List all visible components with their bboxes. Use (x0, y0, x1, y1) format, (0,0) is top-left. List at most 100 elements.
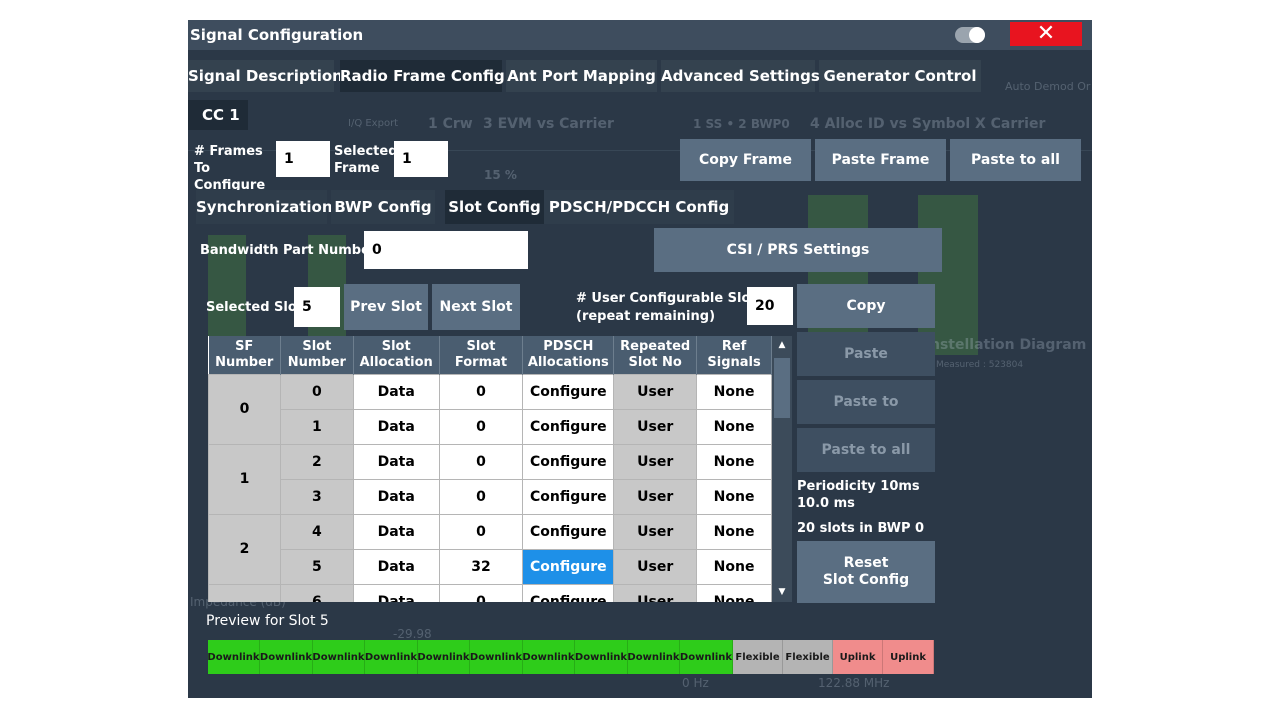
header-slot-number: Slot Number (280, 336, 354, 374)
tab-bwp-config[interactable]: BWP Config (331, 190, 435, 224)
preview-cell-flexible: Flexible (783, 640, 834, 674)
paste-slot-button[interactable]: Paste (797, 332, 935, 376)
ref-signals-cell[interactable]: None (696, 408, 772, 445)
repeated-slot-cell[interactable]: User (613, 478, 698, 515)
tab-cc1[interactable]: CC 1 (188, 100, 248, 130)
paste-to-slot-button[interactable]: Paste to (797, 380, 935, 424)
user-configurable-slots-label: # User Configurable Slots (576, 291, 765, 306)
slot-number-cell: 2 (279, 443, 354, 480)
sf-number-cell: 0 (208, 373, 281, 445)
slot-allocation-cell[interactable]: Data (352, 548, 440, 585)
tab-generator-control[interactable]: Generator Control (819, 60, 981, 92)
tab-ant-port-mapping[interactable]: Ant Port Mapping (506, 60, 657, 92)
sf-number-cell (208, 583, 281, 602)
toggle-switch[interactable] (955, 27, 985, 43)
header-repeated-slot-no: Repeated Slot No (613, 336, 698, 374)
preview-cell-downlink: Downlink (680, 640, 733, 674)
close-button[interactable]: ✕ (1010, 22, 1082, 46)
preview-label: Preview for Slot 5 (206, 613, 329, 629)
ref-signals-cell[interactable]: None (696, 548, 772, 585)
preview-cell-downlink: Downlink (365, 640, 418, 674)
pdsch-configure-button-selected[interactable]: Configure (522, 548, 615, 585)
slot-format-cell[interactable]: 0 (438, 478, 524, 515)
slot-format-cell[interactable]: 0 (438, 583, 524, 602)
ghost-iq-export: I/Q Export (348, 118, 399, 129)
bandwidth-part-input[interactable]: 0 (364, 231, 528, 269)
pdsch-configure-button[interactable]: Configure (522, 478, 615, 515)
scroll-down-icon[interactable]: ▼ (772, 582, 792, 602)
tab-synchronization[interactable]: Synchronization (196, 190, 333, 224)
ghost-freq-end: 122.88 MHz (818, 676, 890, 690)
slot-allocation-cell[interactable]: Data (352, 513, 440, 550)
slot-format-cell[interactable]: 32 (438, 548, 524, 585)
slot-format-cell[interactable]: 0 (438, 443, 524, 480)
selected-frame-input[interactable]: 1 (394, 141, 448, 177)
frames-to-configure-input[interactable]: 1 (276, 141, 330, 177)
table-row: 1 2 Data 0 Configure User None (208, 443, 772, 515)
paste-to-all-slot-button[interactable]: Paste to all (797, 428, 935, 472)
ref-signals-cell[interactable]: None (696, 513, 772, 550)
paste-to-all-frame-button[interactable]: Paste to all (950, 139, 1081, 181)
slot-allocation-cell[interactable]: Data (352, 408, 440, 445)
pdsch-configure-button[interactable]: Configure (522, 373, 615, 410)
table-row: 1 Data 0 Configure User None (209, 408, 772, 445)
selected-slot-input[interactable]: 5 (294, 287, 340, 327)
scroll-up-icon[interactable]: ▲ (772, 336, 792, 354)
tab-advanced-settings[interactable]: Advanced Settings (661, 60, 820, 92)
user-configurable-slots-input[interactable]: 20 (747, 287, 793, 325)
pdsch-configure-button[interactable]: Configure (522, 583, 615, 602)
slot-allocation-cell[interactable]: Data (352, 583, 440, 602)
preview-cell-downlink: Downlink (312, 640, 365, 674)
repeated-slot-cell[interactable]: User (613, 583, 698, 602)
table-row: 3 Data 0 Configure User None (209, 478, 772, 515)
repeated-slot-cell[interactable]: User (613, 548, 698, 585)
tab-signal-description[interactable]: Signal Description (188, 60, 343, 92)
table-scrollbar[interactable]: ▲ ▼ (772, 336, 792, 602)
paste-frame-button[interactable]: Paste Frame (815, 139, 946, 181)
prev-slot-button[interactable]: Prev Slot (344, 284, 428, 330)
pdsch-configure-button[interactable]: Configure (522, 443, 615, 480)
ghost-ss-bwp: 1 SS • 2 BWP0 (693, 117, 790, 131)
ghost-constellation-title: nstellation Diagram (930, 337, 1087, 353)
preview-cell-flexible: Flexible (733, 640, 784, 674)
reset-line-1: Reset (843, 555, 889, 571)
ghost-auto-demod: Auto Demod Or (1005, 80, 1091, 93)
slot-allocation-cell[interactable]: Data (352, 478, 440, 515)
tab-radio-frame-config[interactable]: Radio Frame Config (340, 60, 505, 92)
csi-prs-settings-button[interactable]: CSI / PRS Settings (654, 228, 942, 272)
tab-pdsch-pdcch-config[interactable]: PDSCH/PDCCH Config (544, 190, 734, 224)
repeat-remaining-label: (repeat remaining) (576, 309, 716, 324)
pdsch-configure-button[interactable]: Configure (522, 408, 615, 445)
header-slot-allocation: Slot Allocation (353, 336, 440, 374)
ref-signals-cell[interactable]: None (696, 478, 772, 515)
ref-signals-cell[interactable]: None (696, 583, 772, 602)
preview-cell-downlink: Downlink (522, 640, 575, 674)
copy-slot-button[interactable]: Copy (797, 284, 935, 328)
slot-table: SF Number Slot Number Slot Allocation Slot F… (208, 336, 772, 602)
slot-allocation-cell[interactable]: Data (352, 373, 440, 410)
repeated-slot-cell[interactable]: User (613, 513, 698, 550)
reset-slot-config-button[interactable]: Reset Slot Config (797, 541, 935, 603)
repeated-slot-cell[interactable]: User (613, 443, 698, 480)
table-row: 5 Data 32 Configure User None (209, 548, 772, 585)
repeated-slot-cell[interactable]: User (613, 373, 698, 410)
preview-cell-downlink: Downlink (417, 640, 470, 674)
pdsch-configure-button[interactable]: Configure (522, 513, 615, 550)
ghost-bar (918, 195, 978, 355)
slot-format-cell[interactable]: 0 (438, 513, 524, 550)
periodicity-value: 10.0 ms (797, 496, 855, 511)
ghost-value: -29.98 (393, 627, 432, 641)
ref-signals-cell[interactable]: None (696, 373, 772, 410)
tab-slot-config[interactable]: Slot Config (445, 190, 544, 224)
slot-format-cell[interactable]: 0 (438, 408, 524, 445)
ghost-freq-start: 0 Hz (682, 676, 709, 690)
copy-frame-button[interactable]: Copy Frame (680, 139, 811, 181)
next-slot-button[interactable]: Next Slot (432, 284, 520, 330)
slot-format-cell[interactable]: 0 (438, 373, 524, 410)
repeated-slot-cell[interactable]: User (613, 408, 698, 445)
sf-number-cell: 1 (208, 443, 281, 515)
slot-number-cell: 5 (279, 548, 354, 585)
ref-signals-cell[interactable]: None (696, 443, 772, 480)
slot-allocation-cell[interactable]: Data (352, 443, 440, 480)
scroll-thumb[interactable] (774, 358, 790, 418)
